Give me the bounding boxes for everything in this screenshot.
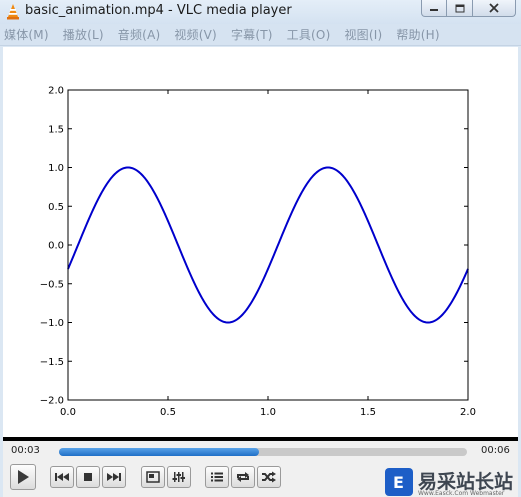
- watermark-text: 易采站长站: [418, 470, 514, 493]
- previous-button[interactable]: [50, 466, 74, 488]
- menu-video[interactable]: 视频(V): [174, 26, 217, 43]
- menu-audio[interactable]: 音频(A): [118, 26, 161, 43]
- seek-bar[interactable]: [59, 448, 467, 456]
- y-tick-label: −1.0: [40, 318, 64, 329]
- y-tick-label: 1.5: [48, 124, 64, 135]
- menu-tools[interactable]: 工具(O): [287, 26, 331, 43]
- watermark-logo-icon: E: [385, 467, 413, 496]
- total-time: 00:06: [481, 445, 510, 456]
- window-title: basic_animation.mp4 - VLC media player: [25, 3, 292, 18]
- playlist-icon: [211, 472, 223, 482]
- x-tick-label: 1.0: [260, 407, 276, 418]
- menu-view[interactable]: 视图(I): [344, 26, 382, 43]
- maximize-icon: [455, 4, 464, 12]
- next-button[interactable]: [102, 466, 126, 488]
- play-button[interactable]: [10, 464, 36, 490]
- skip-forward-icon: [107, 473, 121, 481]
- stop-button[interactable]: [76, 466, 100, 488]
- sine-curve: [67, 166, 469, 324]
- extended-settings-button[interactable]: [167, 466, 191, 488]
- menu-help[interactable]: 帮助(H): [396, 26, 439, 43]
- stop-icon: [84, 473, 92, 481]
- playlist-button[interactable]: [205, 466, 229, 488]
- y-tick-label: 2.0: [48, 86, 64, 97]
- loop-button[interactable]: [231, 466, 255, 488]
- y-tick-label: −0.5: [40, 279, 64, 290]
- y-tick-label: −2.0: [40, 396, 64, 407]
- vlc-window: basic_animation.mp4 - VLC media player 媒…: [0, 0, 521, 497]
- y-tick-label: 1.0: [48, 163, 64, 174]
- shuffle-button[interactable]: [257, 466, 281, 488]
- x-tick-label: 0.5: [160, 407, 176, 418]
- watermark-subtext: Www.Easck.Com Webmaster: [418, 490, 505, 497]
- x-tick-label: 0.0: [60, 407, 76, 418]
- fullscreen-icon: [146, 471, 160, 483]
- menu-subtitle[interactable]: 字幕(T): [231, 26, 273, 43]
- menu-media[interactable]: 媒体(M): [4, 26, 49, 43]
- shuffle-icon: [262, 471, 276, 483]
- close-icon: [489, 3, 499, 13]
- minimize-button[interactable]: [421, 0, 447, 17]
- video-area[interactable]: 0.0 0.5 1.0 1.5 2.0 2.0 1.5 1.0 0.5 0.0 −0.5 −1.0 −1…: [3, 47, 518, 437]
- svg-text:E: E: [393, 473, 404, 491]
- x-tick-label: 1.5: [360, 407, 376, 418]
- fullscreen-button[interactable]: [141, 466, 165, 488]
- seek-progress: [59, 448, 259, 456]
- maximize-button[interactable]: [446, 0, 473, 17]
- loop-icon: [237, 472, 249, 482]
- y-tick-label: −1.5: [40, 357, 64, 368]
- equalizer-icon: [172, 472, 185, 482]
- minimize-icon: [430, 9, 438, 11]
- menu-playback[interactable]: 播放(L): [63, 26, 104, 43]
- skip-back-icon: [55, 473, 69, 481]
- y-tick-label: 0.5: [48, 202, 64, 213]
- sine-plot: 0.0 0.5 1.0 1.5 2.0 2.0 1.5 1.0 0.5 0.0 −0.5 −1.0 −1…: [40, 86, 476, 419]
- play-icon: [18, 470, 29, 484]
- close-button[interactable]: [472, 0, 516, 17]
- plot-frame: [67, 89, 469, 401]
- x-tick-label: 2.0: [460, 407, 476, 418]
- elapsed-time: 00:03: [11, 445, 40, 456]
- menu-bar: 媒体(M) 播放(L) 音频(A) 视频(V) 字幕(T) 工具(O) 视图(I…: [0, 24, 521, 46]
- title-bar[interactable]: basic_animation.mp4 - VLC media player: [0, 0, 521, 24]
- y-tick-label: 0.0: [48, 241, 64, 252]
- vlc-cone-icon: [7, 4, 19, 20]
- watermark: E 易采站长站 Www.Easck.Com Webmaster: [385, 466, 521, 497]
